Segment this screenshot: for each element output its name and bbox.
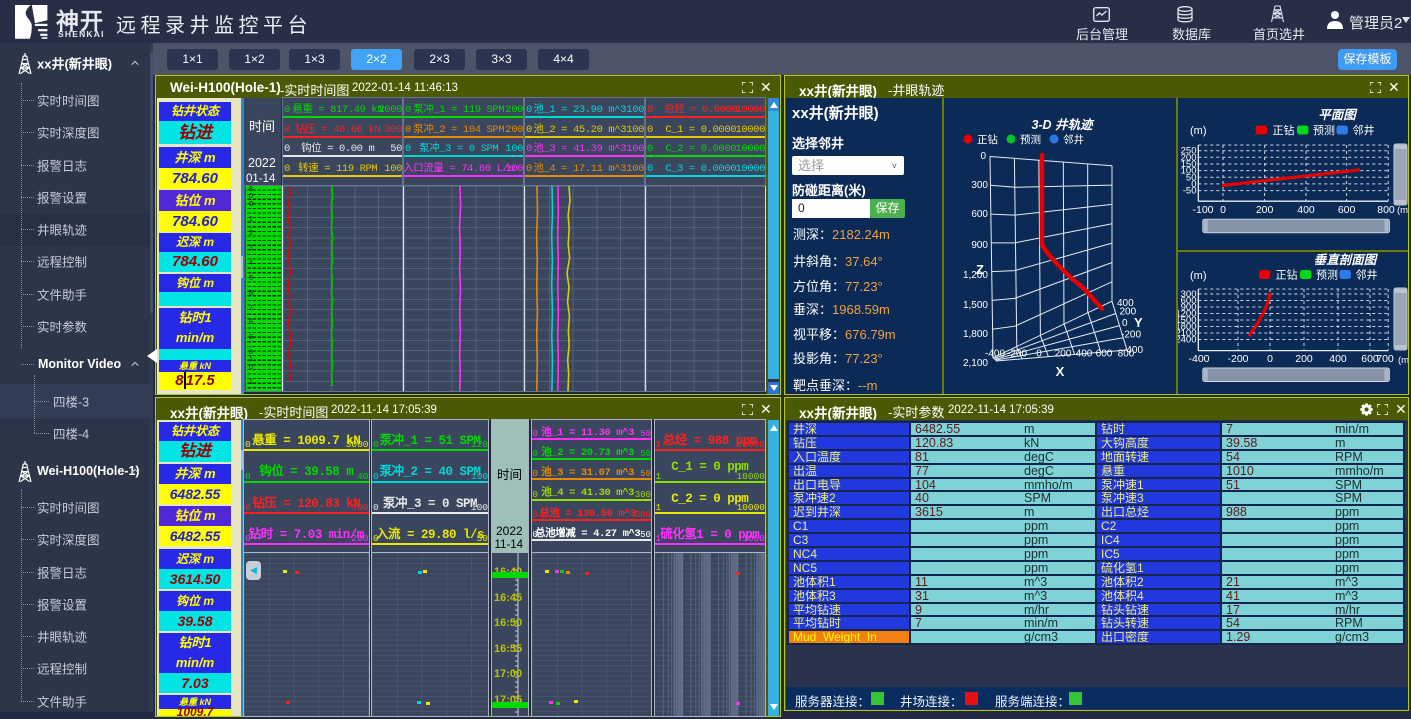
svg-text:400: 400 xyxy=(1297,204,1315,216)
svg-text:3-D 井轨迹: 3-D 井轨迹 xyxy=(1031,118,1095,132)
svg-text:(m): (m) xyxy=(1397,205,1408,216)
svg-text:预测: 预测 xyxy=(1316,269,1338,282)
svg-text:0: 0 xyxy=(980,151,986,162)
svg-text:400: 400 xyxy=(1329,353,1347,365)
svg-text:600: 600 xyxy=(1338,204,1356,216)
svg-text:垂直剖面图: 垂直剖面图 xyxy=(1314,253,1379,267)
svg-text:600: 600 xyxy=(971,209,988,220)
svg-text:300: 300 xyxy=(971,180,988,191)
svg-text:800: 800 xyxy=(1377,204,1395,216)
svg-text:-200: -200 xyxy=(1007,349,1027,360)
svg-text:预测: 预测 xyxy=(1020,133,1041,146)
svg-text:-100: -100 xyxy=(1192,204,1213,216)
svg-text:200: 200 xyxy=(1256,204,1274,216)
svg-text:正钻: 正钻 xyxy=(977,133,998,146)
svg-text:平面图: 平面图 xyxy=(1318,108,1358,122)
svg-text:600: 600 xyxy=(1096,349,1113,360)
svg-text:(m): (m) xyxy=(1190,270,1207,282)
svg-text:Z: Z xyxy=(976,262,984,277)
svg-text:邻井: 邻井 xyxy=(1063,133,1084,146)
svg-text:预测: 预测 xyxy=(1313,124,1335,137)
svg-text:邻井: 邻井 xyxy=(1356,268,1378,282)
svg-text:-400: -400 xyxy=(1188,353,1209,365)
svg-text:2400: 2400 xyxy=(1178,335,1197,346)
svg-text:Y: Y xyxy=(1134,315,1143,330)
svg-text:0: 0 xyxy=(1036,349,1042,360)
svg-text:200: 200 xyxy=(1055,349,1072,360)
svg-text:200: 200 xyxy=(1295,353,1313,365)
svg-text:1,800: 1,800 xyxy=(963,329,988,340)
svg-text:邻井: 邻井 xyxy=(1353,123,1375,137)
svg-text:-200: -200 xyxy=(1121,330,1141,341)
svg-text:0: 0 xyxy=(1220,204,1226,216)
svg-text:400: 400 xyxy=(1076,349,1093,360)
svg-text:1,500: 1,500 xyxy=(963,300,988,311)
svg-text:正钻: 正钻 xyxy=(1276,268,1298,282)
svg-text:正钻: 正钻 xyxy=(1273,123,1295,137)
svg-text:(m): (m) xyxy=(1190,125,1207,137)
svg-text:0: 0 xyxy=(1122,318,1128,329)
svg-text:900: 900 xyxy=(971,240,988,251)
svg-text:X: X xyxy=(1056,364,1065,379)
svg-text:-50: -50 xyxy=(1183,186,1197,197)
svg-text:700: 700 xyxy=(1376,353,1394,365)
svg-text:0: 0 xyxy=(1267,353,1273,365)
svg-text:(m): (m) xyxy=(1398,355,1408,366)
svg-text:-400: -400 xyxy=(985,349,1005,360)
svg-text:-400: -400 xyxy=(1123,345,1143,356)
svg-text:-200: -200 xyxy=(1227,353,1248,365)
